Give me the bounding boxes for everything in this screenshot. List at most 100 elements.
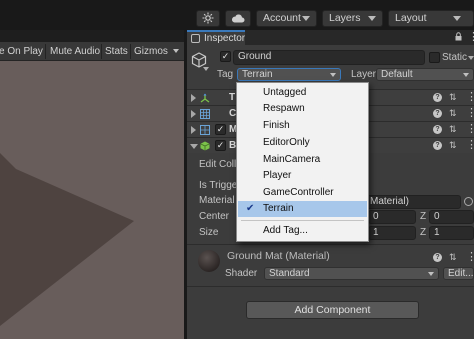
size-label: Size [199, 227, 219, 238]
material-field[interactable]: Material) [365, 195, 461, 209]
presets-icon[interactable]: ⇅ [449, 109, 457, 118]
layer-label: Layer [351, 69, 377, 80]
collab-button[interactable] [196, 10, 220, 27]
chevron-down-icon [368, 16, 376, 21]
center-z-label: Z [420, 211, 427, 222]
component-enabled-checkbox[interactable]: ✓ [215, 140, 226, 151]
mute-audio-toggle[interactable]: Mute Audio [50, 42, 100, 61]
mesh-renderer-icon [200, 125, 210, 135]
presets-icon[interactable]: ⇅ [449, 141, 457, 150]
stats-toggle[interactable]: Stats [105, 42, 128, 61]
tab-inspector-label: Inspector [204, 33, 246, 44]
chevron-down-icon [330, 73, 336, 77]
material-preview-sphere [198, 250, 220, 272]
center-y-field[interactable]: 0 [368, 210, 416, 224]
kebab-menu-icon[interactable]: ⋮ [466, 252, 474, 263]
checkmark-icon: ✔ [246, 203, 255, 214]
layers-label: Layers [329, 12, 361, 24]
chevron-down-icon [463, 73, 469, 77]
center-z-field[interactable]: 0 [429, 210, 474, 224]
kebab-menu-icon[interactable]: ⋮ [466, 92, 474, 103]
tab-inspector[interactable]: Inspector [187, 30, 245, 45]
box-collider-icon [200, 141, 210, 151]
shader-dropdown[interactable]: Standard [264, 267, 439, 280]
shader-label: Shader [225, 268, 258, 279]
layout-label: Layout [395, 12, 427, 24]
layer-dropdown[interactable]: Default [376, 68, 474, 81]
object-picker-icon[interactable] [464, 197, 473, 206]
presets-icon[interactable]: ⇅ [449, 93, 457, 102]
menu-item-respawn[interactable]: Respawn [238, 101, 367, 117]
section-divider [187, 286, 474, 287]
game-view-toolbar: e On Play Mute Audio Stats Gizmos [0, 42, 184, 61]
kebab-menu-icon[interactable]: ⋮ [468, 30, 474, 44]
help-icon[interactable]: ? [433, 93, 442, 102]
edit-collider-label: Edit Colli [199, 159, 239, 170]
inspector-icon [191, 34, 200, 43]
menu-item-editoronly[interactable]: EditorOnly [238, 135, 367, 151]
menu-item-add-tag[interactable]: Add Tag... [238, 223, 367, 239]
layer-value: Default [381, 69, 413, 80]
lock-icon[interactable] [455, 31, 462, 41]
object-name-field[interactable]: Ground [233, 50, 425, 65]
window-top-strip [0, 0, 474, 8]
help-icon[interactable]: ? [433, 125, 442, 134]
layout-dropdown[interactable]: Layout [388, 10, 474, 27]
static-dropdown-icon[interactable] [468, 56, 474, 60]
toolbar-divider [45, 44, 46, 59]
cloud-icon [231, 14, 245, 23]
chevron-down-icon [453, 16, 461, 21]
static-checkbox[interactable] [429, 52, 440, 63]
game-view-viewport[interactable] [0, 61, 184, 339]
presets-icon[interactable]: ⇅ [449, 253, 457, 262]
gizmos-toggle[interactable]: Gizmos [134, 42, 168, 61]
help-icon[interactable]: ? [433, 141, 442, 150]
edit-shader-button[interactable]: Edit... [443, 267, 474, 280]
chevron-down-icon[interactable] [203, 67, 209, 71]
chevron-down-icon [428, 272, 434, 276]
cloud-button[interactable] [225, 10, 251, 27]
gizmos-chevron-icon[interactable] [173, 49, 179, 53]
kebab-menu-icon[interactable]: ⋮ [466, 108, 474, 119]
size-y-field[interactable]: 1 [368, 226, 416, 240]
help-icon[interactable]: ? [433, 253, 442, 262]
edit-shader-label: Edit... [448, 268, 474, 279]
maximize-on-play-toggle[interactable]: e On Play [0, 42, 43, 61]
menu-item-finish[interactable]: Finish [238, 118, 367, 134]
cube-icon [191, 52, 207, 68]
kebab-menu-icon[interactable]: ⋮ [466, 124, 474, 135]
foldout-arrow-icon[interactable] [191, 94, 196, 102]
menu-item-maincamera[interactable]: MainCamera [238, 152, 367, 168]
menu-item-terrain-label: Terrain [263, 203, 294, 214]
foldout-arrow-icon[interactable] [191, 126, 196, 134]
active-checkbox[interactable]: ✓ [220, 51, 231, 62]
tag-dropdown-menu: Untagged Respawn Finish EditorOnly MainC… [236, 82, 369, 242]
component-enabled-checkbox[interactable]: ✓ [215, 124, 226, 135]
menu-item-untagged[interactable]: Untagged [238, 85, 367, 101]
menu-item-terrain[interactable]: ✔ Terrain [238, 201, 367, 217]
terrain-plane [0, 153, 134, 326]
kebab-menu-icon[interactable]: ⋮ [466, 140, 474, 151]
menu-item-player[interactable]: Player [238, 168, 367, 184]
inspector-tab-bar: Inspector ⋮ [187, 30, 474, 45]
add-component-button[interactable]: Add Component [246, 301, 419, 319]
size-z-field[interactable]: 1 [429, 226, 474, 240]
help-icon[interactable]: ? [433, 109, 442, 118]
tag-dropdown[interactable]: Terrain [237, 68, 341, 81]
layers-dropdown[interactable]: Layers [322, 10, 383, 27]
shader-value: Standard [269, 268, 310, 279]
collab-icon [202, 12, 214, 24]
size-z-label: Z [420, 227, 427, 238]
material-label: Material [199, 195, 235, 206]
section-divider [187, 244, 474, 245]
account-dropdown[interactable]: Account [256, 10, 317, 27]
foldout-arrow-icon[interactable] [191, 110, 196, 118]
chevron-down-icon [302, 16, 310, 21]
main-toolbar: Account Layers Layout [0, 8, 474, 30]
presets-icon[interactable]: ⇅ [449, 125, 457, 134]
toolbar-divider [130, 44, 131, 59]
tag-value: Terrain [242, 69, 273, 80]
transform-icon [200, 93, 210, 103]
foldout-arrow-icon[interactable] [190, 144, 198, 149]
menu-item-gamecontroller[interactable]: GameController [238, 185, 367, 201]
